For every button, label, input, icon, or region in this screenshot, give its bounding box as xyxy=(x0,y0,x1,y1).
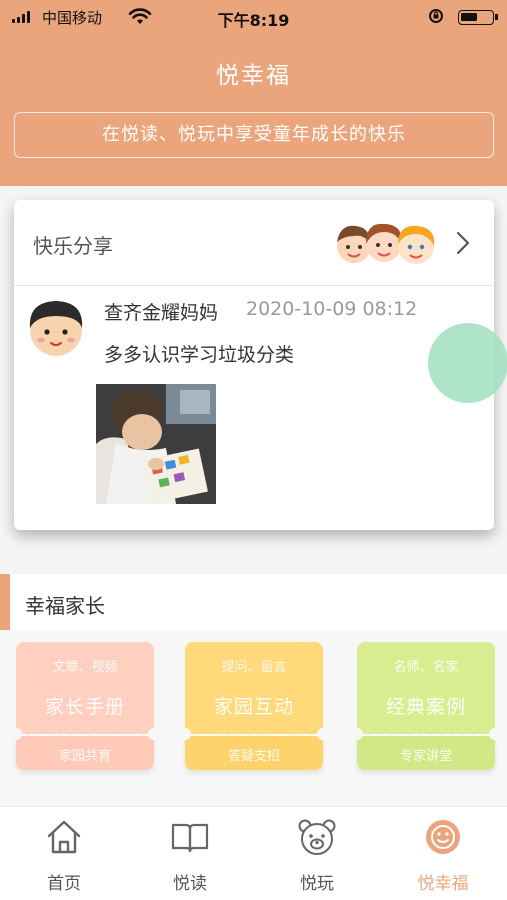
happy-share-card: 快乐分享 查齐金耀妈妈 2020-10-09 08:12 多多认识学习垃圾分类 xyxy=(14,200,494,530)
floating-action-button[interactable] xyxy=(428,323,507,403)
slogan-banner: 在悦读、悦玩中享受童年成长的快乐 xyxy=(14,112,494,158)
rotation-lock-icon xyxy=(429,9,443,23)
tile-subtitle: 文章、视频 xyxy=(52,660,118,675)
smile-icon xyxy=(426,820,460,854)
tab-label: 首页 xyxy=(47,874,81,894)
page-title: 悦幸福 xyxy=(216,63,291,89)
tab-play[interactable]: 悦玩 xyxy=(267,807,367,900)
header: 悦幸福 在悦读、悦玩中享受童年成长的快乐 xyxy=(0,34,507,186)
tab-label: 悦读 xyxy=(173,874,207,894)
tile-footer: 家园共育 xyxy=(58,749,111,764)
section-accent-bar xyxy=(0,574,10,630)
happy-parents-section: 幸福家长 文章、视频 家长手册 家园共育 提问、留言 家园互动 答疑支招 名师、… xyxy=(0,574,507,806)
tab-home[interactable]: 首页 xyxy=(14,807,114,900)
tab-label: 悦幸福 xyxy=(417,874,469,894)
tile-subtitle: 提问、留言 xyxy=(221,660,287,675)
tab-reading[interactable]: 悦读 xyxy=(140,807,240,900)
chevron-right-icon[interactable] xyxy=(450,230,474,256)
share-post[interactable]: 查齐金耀妈妈 2020-10-09 08:12 多多认识学习垃圾分类 xyxy=(14,286,494,526)
cartoon-kids-icon xyxy=(337,223,435,264)
avatar xyxy=(29,301,83,356)
bottom-tab-bar: 首页 悦读 悦玩 悦幸福 xyxy=(0,806,507,900)
home-icon xyxy=(47,820,81,854)
tile-footer: 答疑支招 xyxy=(227,749,280,764)
book-icon xyxy=(171,823,209,853)
post-photo[interactable] xyxy=(96,384,216,504)
post-time: 2020-10-09 08:12 xyxy=(246,298,418,320)
tile-title: 家长手册 xyxy=(44,696,125,718)
status-bar: 中国移动 下午8:19 xyxy=(0,0,507,34)
happy-share-title: 快乐分享 xyxy=(33,234,113,258)
happy-parents-title: 幸福家长 xyxy=(25,594,105,618)
tab-label: 悦玩 xyxy=(300,874,334,894)
tab-happiness[interactable]: 悦幸福 xyxy=(393,807,493,900)
tile-title: 家园互动 xyxy=(213,696,294,718)
bear-icon xyxy=(298,819,336,855)
happy-parents-header: 幸福家长 xyxy=(0,574,507,630)
happy-share-header[interactable]: 快乐分享 xyxy=(14,200,494,286)
tile-footer: 专家讲堂 xyxy=(399,749,452,764)
battery-icon xyxy=(458,10,498,25)
tile-subtitle: 名师、名家 xyxy=(393,660,459,675)
tile-title: 经典案例 xyxy=(385,696,466,718)
post-content: 多多认识学习垃圾分类 xyxy=(104,344,295,366)
post-author: 查齐金耀妈妈 xyxy=(104,302,219,324)
